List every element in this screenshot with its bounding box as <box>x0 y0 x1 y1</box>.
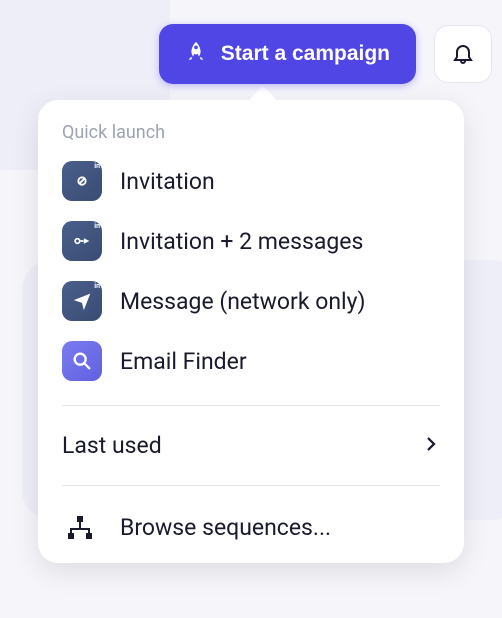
message-icon: in <box>62 281 102 321</box>
divider <box>62 485 440 486</box>
menu-item-label: Invitation <box>120 168 215 195</box>
last-used-row[interactable]: Last used <box>38 420 464 471</box>
rocket-icon <box>185 40 207 68</box>
sitemap-icon <box>62 515 98 541</box>
top-bar: Start a campaign <box>0 24 492 84</box>
last-used-label: Last used <box>62 432 162 459</box>
menu-item-invitation-messages[interactable]: in Invitation + 2 messages <box>38 211 464 271</box>
menu-item-message-network[interactable]: in Message (network only) <box>38 271 464 331</box>
start-campaign-label: Start a campaign <box>221 42 390 66</box>
linkedin-badge: in <box>94 163 100 170</box>
linkedin-badge: in <box>94 223 100 230</box>
menu-item-invitation[interactable]: in Invitation <box>38 151 464 211</box>
chevron-right-icon <box>422 432 440 459</box>
quick-launch-dropdown: Quick launch in Invitation in Invitation… <box>38 100 464 563</box>
menu-item-label: Invitation + 2 messages <box>120 228 363 255</box>
notifications-button[interactable] <box>434 25 492 83</box>
divider <box>62 405 440 406</box>
quick-launch-section-label: Quick launch <box>38 120 464 151</box>
linkedin-badge: in <box>94 283 100 290</box>
email-finder-icon <box>62 341 102 381</box>
bell-icon <box>451 41 475 68</box>
menu-item-label: Email Finder <box>120 348 247 375</box>
invitation-icon: in <box>62 161 102 201</box>
menu-item-email-finder[interactable]: Email Finder <box>38 331 464 391</box>
browse-sequences-row[interactable]: Browse sequences... <box>38 500 464 545</box>
invitation-messages-icon: in <box>62 221 102 261</box>
browse-sequences-label: Browse sequences... <box>120 514 331 541</box>
start-campaign-button[interactable]: Start a campaign <box>159 24 416 84</box>
menu-item-label: Message (network only) <box>120 288 366 315</box>
